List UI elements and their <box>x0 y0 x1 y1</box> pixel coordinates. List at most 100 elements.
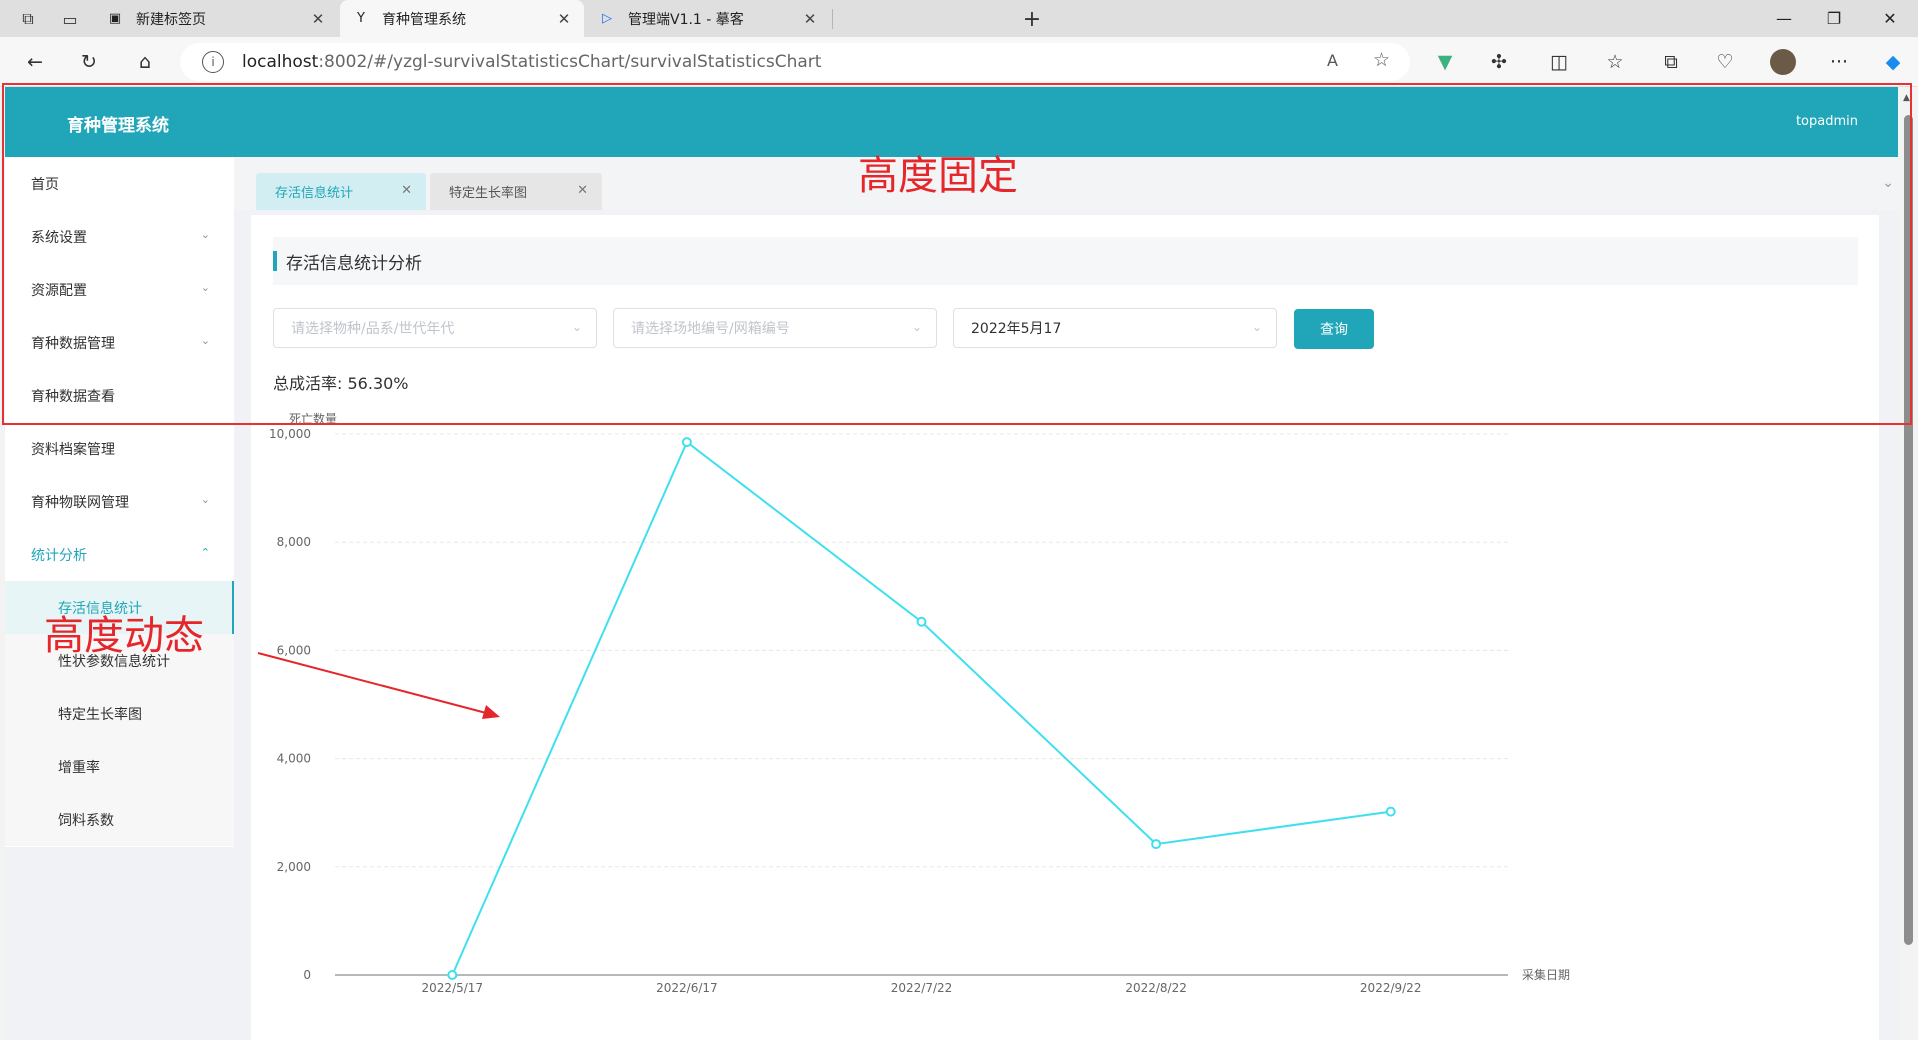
x-axis-label: 采集日期 <box>1522 967 1570 982</box>
extensions-icon[interactable]: ✣ <box>1486 49 1512 75</box>
address-bar[interactable]: i localhost:8002/#/yzgl-survivalStatisti… <box>180 43 1410 81</box>
sidebar-item-statistics[interactable]: 统计分析 ⌃ <box>5 528 234 581</box>
window-close-icon[interactable]: ✕ <box>1862 0 1918 37</box>
performance-icon[interactable]: ♡ <box>1712 49 1738 75</box>
home-icon[interactable]: ⌂ <box>132 49 158 75</box>
profile-avatar[interactable] <box>1770 49 1796 75</box>
favorite-star-icon[interactable]: ☆ <box>1373 49 1390 71</box>
data-point <box>916 616 927 627</box>
workspaces-icon[interactable]: ⧉ <box>16 7 40 31</box>
data-point <box>1385 806 1396 817</box>
browser-tab-strip: ⧉ ▭ ▣ 新建标签页 ✕ Y 育种管理系统 ✕ ▷ 管理端V1.1 - 摹客 … <box>0 0 1918 37</box>
split-screen-icon[interactable]: ◫ <box>1546 49 1572 75</box>
sidebar-item-label: 首页 <box>31 176 59 193</box>
chevron-down-icon: ⌄ <box>200 334 210 347</box>
url-text: localhost:8002/#/yzgl-survivalStatistics… <box>242 52 821 72</box>
close-icon[interactable]: ✕ <box>308 10 328 28</box>
page-scrollbar[interactable]: ▲ <box>1898 87 1918 1040</box>
species-select-placeholder: 请选择物种/品系/世代年代 <box>291 321 455 337</box>
species-select[interactable]: 请选择物种/品系/世代年代 ⌄ <box>273 308 597 348</box>
read-aloud-icon[interactable]: A <box>1327 51 1338 70</box>
submenu-feed-coefficient[interactable]: 饲料系数 <box>5 793 234 846</box>
chevron-up-icon: ⌃ <box>200 546 210 559</box>
close-icon[interactable]: ✕ <box>401 183 412 198</box>
sidebar-item-iot-mgmt[interactable]: 育种物联网管理 ⌄ <box>5 475 234 528</box>
url-host: localhost <box>242 52 319 72</box>
submenu-label: 特定生长率图 <box>58 706 142 723</box>
x-tick-label: 2022/8/22 <box>1125 981 1187 995</box>
submenu-weight-gain[interactable]: 增重率 <box>5 740 234 793</box>
favorites-icon[interactable]: ☆ <box>1602 49 1628 75</box>
browser-tab-app[interactable]: Y 育种管理系统 ✕ <box>340 0 584 37</box>
more-menu-icon[interactable]: ··· <box>1826 49 1852 75</box>
user-name[interactable]: topadmin <box>1796 114 1858 129</box>
sidebar-item-label: 育种物联网管理 <box>31 494 129 511</box>
sidebar-item-system-settings[interactable]: 系统设置 ⌄ <box>5 210 234 263</box>
url-path: :8002/#/yzgl-survivalStatisticsChart/sur… <box>318 52 822 72</box>
tab-survival-stats[interactable]: 存活信息统计 ✕ <box>256 173 426 210</box>
sidebar-item-breeding-data-mgmt[interactable]: 育种数据管理 ⌄ <box>5 316 234 369</box>
new-tab-button[interactable]: + <box>1020 7 1044 32</box>
chevron-down-icon: ⌄ <box>571 320 582 334</box>
y-logo-icon: Y <box>357 11 365 26</box>
annotation-arrow <box>257 652 500 719</box>
section-title: 存活信息统计分析 <box>273 237 1858 285</box>
sidebar-item-label: 资源配置 <box>31 282 87 299</box>
y-tick-label: 8,000 <box>277 535 311 549</box>
tab-label: 特定生长率图 <box>449 186 528 201</box>
browser-toolbar: ← ↻ ⌂ i localhost:8002/#/yzgl-survivalSt… <box>0 37 1918 87</box>
sidebar: 首页 系统设置 ⌄ 资源配置 ⌄ 育种数据管理 ⌄ 育种数据查看 资料档案管理 育种物… <box>5 157 234 847</box>
sidebar-item-breeding-data-view[interactable]: 育种数据查看 <box>5 369 234 422</box>
sidebar-item-archive-mgmt[interactable]: 资料档案管理 <box>5 422 234 475</box>
site-select[interactable]: 请选择场地编号/网箱编号 ⌄ <box>613 308 937 348</box>
vue-devtools-icon[interactable]: ▼ <box>1432 49 1458 75</box>
survival-rate: 总成活率: 56.30% <box>273 370 409 394</box>
close-icon[interactable]: ✕ <box>554 10 574 28</box>
survival-rate-label: 总成活率: <box>273 374 343 393</box>
tab-actions-icon[interactable]: ▭ <box>58 7 82 31</box>
sidebar-item-home[interactable]: 首页 <box>5 157 234 210</box>
collections-icon[interactable]: ⧉ <box>1658 49 1684 75</box>
sidebar-item-label: 系统设置 <box>31 229 87 246</box>
annotation-dynamic-height: 高度动态 <box>44 613 204 659</box>
y-axis-label: 死亡数量 <box>289 411 337 426</box>
app-root: 育种管理系统 topadmin 首页 系统设置 ⌄ 资源配置 ⌄ 育种数据管理 ⌄ 育… <box>5 87 1898 1040</box>
main-content: 存活信息统计 ✕ 特定生长率图 ✕ ⌄ 存活信息统计分析 请选择物种/品系/世代… <box>234 157 1898 1040</box>
close-icon[interactable]: ✕ <box>577 183 588 198</box>
minimize-icon[interactable]: — <box>1756 0 1812 37</box>
y-tick-label: 4,000 <box>277 752 311 766</box>
scroll-up-icon[interactable]: ▲ <box>1903 93 1910 103</box>
sidebar-item-resource-config[interactable]: 资源配置 ⌄ <box>5 263 234 316</box>
submenu-label: 饲料系数 <box>58 812 114 829</box>
date-select[interactable]: 2022年5月17 ⌄ <box>953 308 1277 348</box>
tab-divider <box>832 9 833 29</box>
sidebar-item-label: 育种数据查看 <box>31 388 115 405</box>
chevron-down-icon[interactable]: ⌄ <box>1882 175 1894 191</box>
restore-icon[interactable]: ❐ <box>1806 0 1862 37</box>
data-point <box>447 970 458 980</box>
refresh-icon[interactable]: ↻ <box>76 49 102 75</box>
scrollbar-thumb[interactable] <box>1904 115 1913 945</box>
submenu-growth-rate[interactable]: 特定生长率图 <box>5 687 234 740</box>
stats-card: 存活信息统计分析 请选择物种/品系/世代年代 ⌄ 请选择场地编号/网箱编号 ⌄ … <box>251 215 1879 1040</box>
close-icon[interactable]: ✕ <box>800 10 820 28</box>
chevron-down-icon: ⌄ <box>200 493 210 506</box>
series-line <box>451 440 1391 976</box>
sidebar-item-label: 育种数据管理 <box>31 335 115 352</box>
browser-tab-mockplus[interactable]: ▷ 管理端V1.1 - 摹客 ✕ <box>586 0 830 37</box>
back-icon[interactable]: ← <box>22 49 48 75</box>
browser-tab-title: 育种管理系统 <box>382 11 466 28</box>
play-logo-icon: ▷ <box>602 11 612 26</box>
site-info-icon[interactable]: i <box>202 51 224 73</box>
chevron-down-icon: ⌄ <box>200 281 210 294</box>
submenu-label: 增重率 <box>58 759 100 776</box>
chevron-down-icon: ⌄ <box>1251 320 1262 334</box>
sidebar-item-label: 统计分析 <box>31 547 87 564</box>
app-brand: 育种管理系统 <box>67 116 169 136</box>
query-button[interactable]: 查询 <box>1294 309 1374 349</box>
browser-tab-new[interactable]: ▣ 新建标签页 ✕ <box>94 0 338 37</box>
y-tick-label: 2,000 <box>277 860 311 874</box>
data-point <box>681 437 692 448</box>
copilot-icon[interactable]: ◆ <box>1880 49 1906 75</box>
tab-growth-rate[interactable]: 特定生长率图 ✕ <box>430 173 602 210</box>
